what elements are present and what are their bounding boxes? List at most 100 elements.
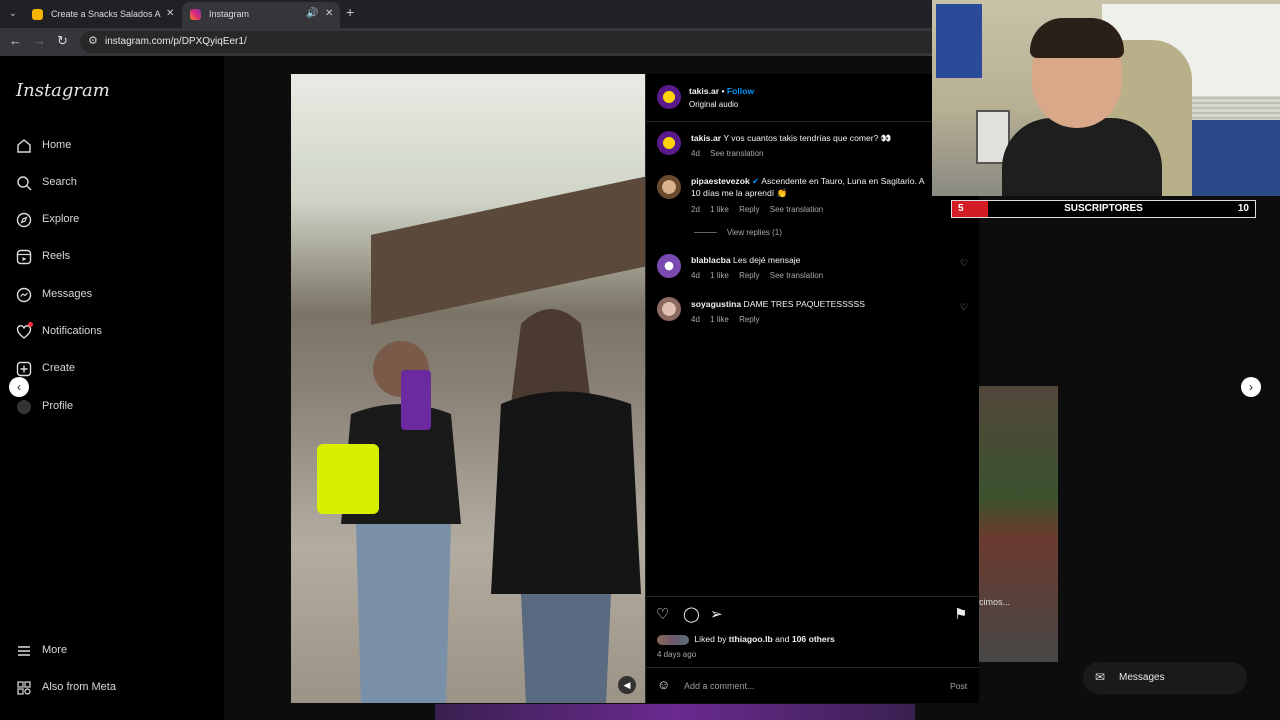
comment-likes[interactable]: 1 like: [710, 271, 729, 280]
liked-by: Liked by tthiagoo.lb and 106 others: [657, 634, 835, 645]
verified-icon: ✔: [752, 176, 760, 186]
see-translation-link[interactable]: See translation: [770, 271, 823, 280]
image-person-right: [491, 309, 641, 703]
caption-username[interactable]: takis.ar: [691, 133, 721, 143]
comment-time: 4d: [691, 315, 700, 324]
compass-icon: [16, 212, 32, 228]
cam-person-body: [1002, 118, 1162, 196]
subscriber-goal-bar: 5 SUSCRIPTORES 10: [951, 200, 1256, 218]
comment-time: 4d: [691, 271, 700, 280]
like-comment-icon[interactable]: ♡: [960, 302, 968, 313]
sidebar-item-label: Messages: [42, 288, 93, 300]
caption-meta: 4d See translation: [691, 149, 772, 158]
comment-text-row: pipaestevezok ✔ Ascendente en Tauro, Lun…: [691, 176, 925, 187]
comment-username[interactable]: soyagustina: [691, 299, 741, 309]
author-username[interactable]: takis.ar: [689, 86, 719, 96]
emoji-icon[interactable]: ☺: [657, 677, 670, 692]
subscriber-label: SUSCRIPTORES: [1064, 203, 1143, 214]
tab-title: Create a Snacks Salados Argen: [51, 9, 161, 19]
back-icon[interactable]: ←: [9, 33, 22, 48]
new-tab-icon[interactable]: +: [346, 4, 354, 20]
browser-tab-active[interactable]: Instagram 🔊 ✕: [182, 2, 340, 28]
next-post-button[interactable]: ›: [1241, 377, 1261, 397]
reply-button[interactable]: Reply: [739, 315, 759, 324]
close-tab-icon[interactable]: ✕: [166, 2, 174, 26]
liked-by-user[interactable]: tthiagoo.lb: [729, 634, 773, 644]
messages-dock[interactable]: ✉ Messages: [1083, 662, 1247, 694]
sidebar-item-label: Home: [42, 139, 72, 151]
caption-avatar[interactable]: [657, 131, 681, 155]
home-icon: [17, 139, 31, 153]
divider: [646, 667, 980, 668]
comment-avatar[interactable]: [657, 297, 681, 321]
view-replies-link[interactable]: View replies (1): [727, 228, 782, 237]
close-tab-icon[interactable]: ✕: [325, 2, 333, 26]
sidebar-item-label: Reels: [42, 250, 71, 262]
post-panel: takis.ar • Follow Original audio takis.a…: [645, 74, 980, 703]
previous-post-button[interactable]: ‹: [9, 377, 29, 397]
comment-time: 2d: [691, 205, 700, 214]
cam-person-hair: [1030, 18, 1124, 58]
grid-icon: [17, 681, 31, 695]
comment-text: Ascendente en Tauro, Luna en Sagitario. …: [761, 176, 925, 186]
browser-tab[interactable]: Create a Snacks Salados Argen ✕: [24, 2, 180, 28]
sidebar-item-label: Explore: [42, 213, 80, 225]
comment-text: DAME TRES PAQUETESSSSS: [743, 299, 866, 309]
add-comment-input[interactable]: Add a comment...: [684, 681, 755, 691]
liked-by-others[interactable]: 106 others: [792, 634, 835, 644]
avatar-icon: [17, 400, 31, 414]
sidebar-item-label: More: [42, 644, 68, 656]
comment-text: Les dejé mensaje: [733, 255, 801, 265]
follow-button[interactable]: Follow: [727, 86, 754, 96]
comment-meta: 4d 1 like Reply See translation: [691, 271, 831, 280]
divider: [646, 121, 980, 122]
url-text: instagram.com/p/DPXQyiqEer1/: [105, 36, 247, 47]
reply-button[interactable]: Reply: [739, 271, 759, 280]
comment-username[interactable]: pipaestevezok: [691, 176, 750, 186]
image-neon-bag: [317, 444, 379, 514]
post-date[interactable]: 4 days ago: [657, 650, 696, 659]
messages-dock-label: Messages: [1119, 672, 1165, 683]
like-icon[interactable]: ♡: [656, 605, 669, 623]
menu-icon: [18, 646, 30, 656]
share-icon[interactable]: ➢: [710, 605, 723, 623]
see-translation-link[interactable]: See translation: [770, 205, 823, 214]
sidebar-item-label: Create: [42, 362, 76, 374]
site-info-icon[interactable]: ⚙: [88, 34, 98, 47]
tab-title: Instagram: [209, 9, 250, 19]
mute-icon[interactable]: ◀: [618, 676, 636, 694]
view-replies-row[interactable]: ──── View replies (1): [694, 228, 790, 237]
webcam-overlay: [932, 0, 1280, 196]
comment-likes[interactable]: 1 like: [710, 315, 729, 324]
speaker-icon[interactable]: 🔊: [306, 2, 318, 26]
like-comment-icon[interactable]: ♡: [960, 258, 968, 269]
forward-icon[interactable]: →: [33, 33, 46, 48]
liker-avatars: [657, 634, 689, 645]
caption: takis.ar Y vos cuantos takis tendrías qu…: [691, 133, 892, 144]
save-icon[interactable]: ⚑: [954, 605, 967, 623]
cam-bed: [1190, 120, 1280, 196]
comment-username[interactable]: blablacba: [691, 255, 731, 265]
reload-icon[interactable]: ↻: [57, 33, 68, 49]
post-image[interactable]: [291, 74, 645, 703]
image-snack-bag: [401, 370, 431, 430]
comment-avatar[interactable]: [657, 175, 681, 199]
comment-icon[interactable]: ◯: [683, 605, 700, 623]
instagram-logo[interactable]: Instagram: [16, 80, 110, 101]
see-translation-link[interactable]: See translation: [710, 149, 763, 158]
comment-likes[interactable]: 1 like: [710, 205, 729, 214]
reply-button[interactable]: Reply: [739, 205, 759, 214]
sidebar-item-label: Notifications: [42, 325, 102, 337]
url-field[interactable]: ⚙ instagram.com/p/DPXQyiqEer1/: [80, 31, 940, 53]
image-person-left: [341, 341, 461, 703]
post-comment-button[interactable]: Post: [950, 681, 967, 691]
plus-icon: [16, 361, 32, 377]
liked-by-and: and: [775, 634, 790, 644]
background-post-strip: [435, 704, 915, 720]
sidebar-item-label: Profile: [42, 400, 74, 412]
audio-label[interactable]: Original audio: [689, 100, 738, 109]
comment-text-cont: 10 días me la aprendí 👏: [691, 188, 788, 198]
author-avatar[interactable]: [657, 85, 681, 109]
comment-avatar[interactable]: [657, 254, 681, 278]
tab-list-icon[interactable]: ⌄: [4, 5, 22, 23]
